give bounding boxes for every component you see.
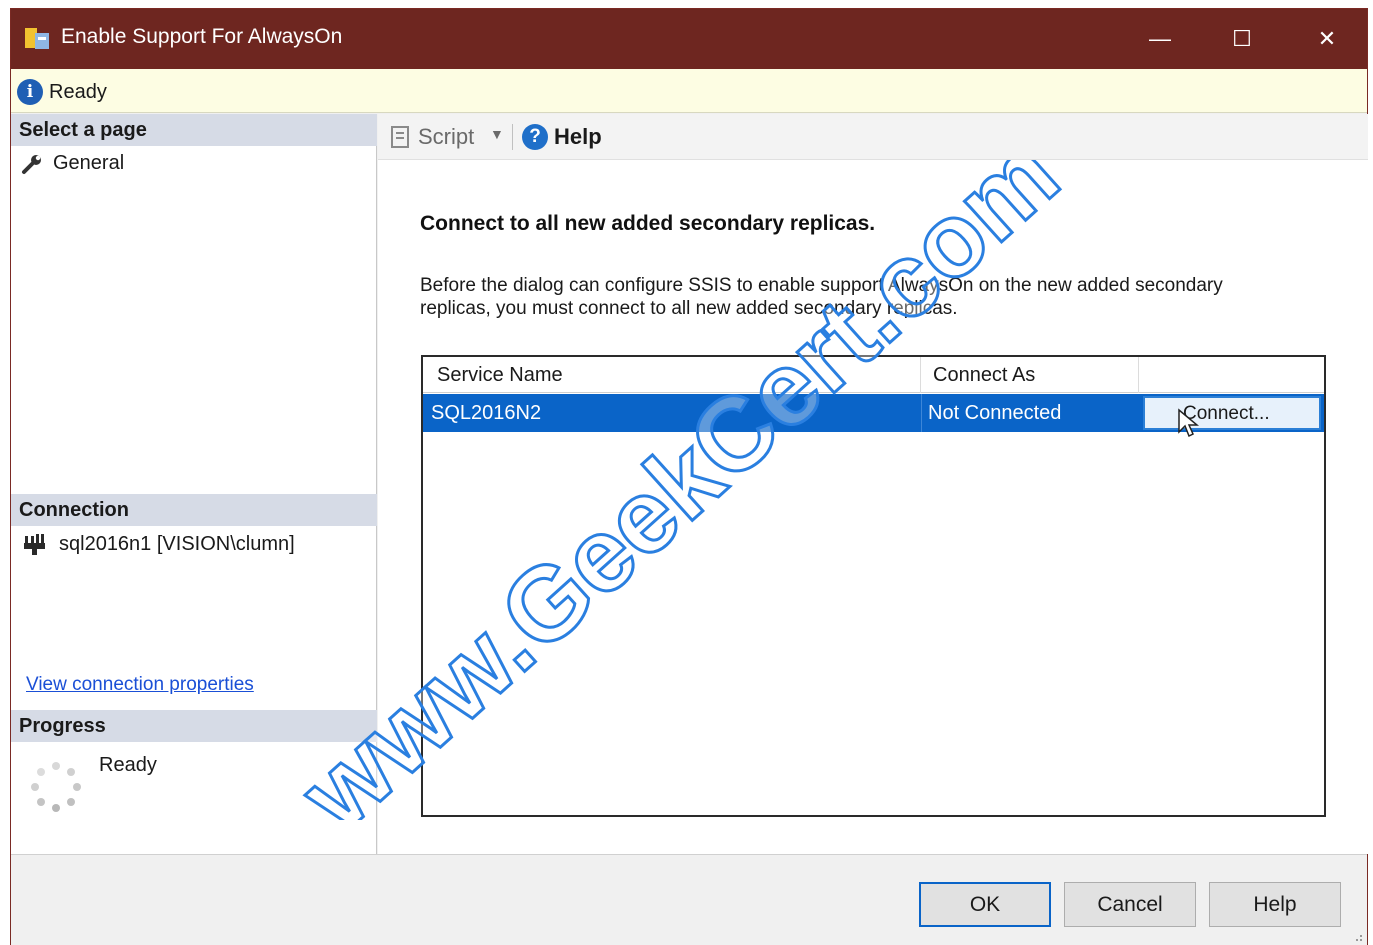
dialog-footer: OK Cancel Help: [11, 854, 1367, 945]
page-heading: Connect to all new added secondary repli…: [420, 212, 876, 235]
script-button[interactable]: Script: [418, 124, 474, 150]
help-icon[interactable]: ?: [522, 124, 548, 150]
status-text: Ready: [49, 81, 107, 103]
help-footer-button[interactable]: Help: [1209, 882, 1341, 927]
column-header-connect-as[interactable]: Connect As: [921, 357, 1139, 393]
help-button[interactable]: Help: [554, 124, 602, 150]
status-bar: i Ready: [11, 69, 1367, 113]
table-header: Service Name Connect As: [423, 357, 1324, 393]
mouse-cursor-icon: [1178, 408, 1199, 438]
app-icon: [25, 28, 49, 49]
page-item-label: General: [53, 152, 125, 174]
info-icon: i: [17, 79, 43, 105]
toolbar-separator: [512, 124, 513, 150]
table-row[interactable]: SQL2016N2 Not Connected Connect...: [423, 394, 1324, 438]
chevron-down-icon[interactable]: ▼: [490, 126, 504, 142]
connect-as-cell: Not Connected: [921, 394, 1139, 432]
column-header-service-name[interactable]: Service Name: [423, 357, 921, 393]
wrench-icon: [22, 154, 41, 174]
left-pane: Select a page General Connection sql2016…: [11, 114, 377, 854]
toolbar: Script ▼ ? Help: [378, 114, 1368, 160]
replicas-table: Service Name Connect As SQL2016N2 Not Co…: [421, 355, 1326, 817]
ok-button[interactable]: OK: [919, 882, 1051, 927]
view-connection-properties-link[interactable]: View connection properties: [26, 674, 254, 696]
main-pane: Script ▼ ? Help Connect to all new added…: [378, 114, 1368, 854]
window-title: Enable Support For AlwaysOn: [61, 25, 343, 48]
progress-spinner-icon: [31, 762, 81, 812]
connection-text: sql2016n1 [VISION\clumn]: [59, 532, 295, 555]
plug-icon: [24, 534, 45, 555]
service-name-cell: SQL2016N2: [431, 402, 542, 424]
progress-status-text: Ready: [99, 754, 157, 776]
page-item-general[interactable]: General: [21, 152, 124, 175]
connection-item: sql2016n1 [VISION\clumn]: [21, 532, 295, 556]
progress-header: Progress: [11, 710, 377, 742]
close-button[interactable]: ✕: [1286, 9, 1368, 69]
page-description: Before the dialog can configure SSIS to …: [420, 275, 1223, 319]
column-header-action: [1139, 357, 1324, 393]
cancel-button[interactable]: Cancel: [1064, 882, 1196, 927]
minimize-button[interactable]: —: [1119, 9, 1201, 69]
connect-button[interactable]: Connect...: [1143, 396, 1321, 430]
script-icon[interactable]: [388, 124, 412, 150]
title-bar[interactable]: Enable Support For AlwaysOn — ☐ ✕: [11, 9, 1367, 69]
connection-header: Connection: [11, 494, 377, 526]
dialog-window: Enable Support For AlwaysOn — ☐ ✕ i Read…: [10, 8, 1368, 945]
maximize-button[interactable]: ☐: [1201, 9, 1283, 69]
select-page-header: Select a page: [11, 114, 377, 146]
resize-grip-icon[interactable]: [1351, 930, 1363, 942]
